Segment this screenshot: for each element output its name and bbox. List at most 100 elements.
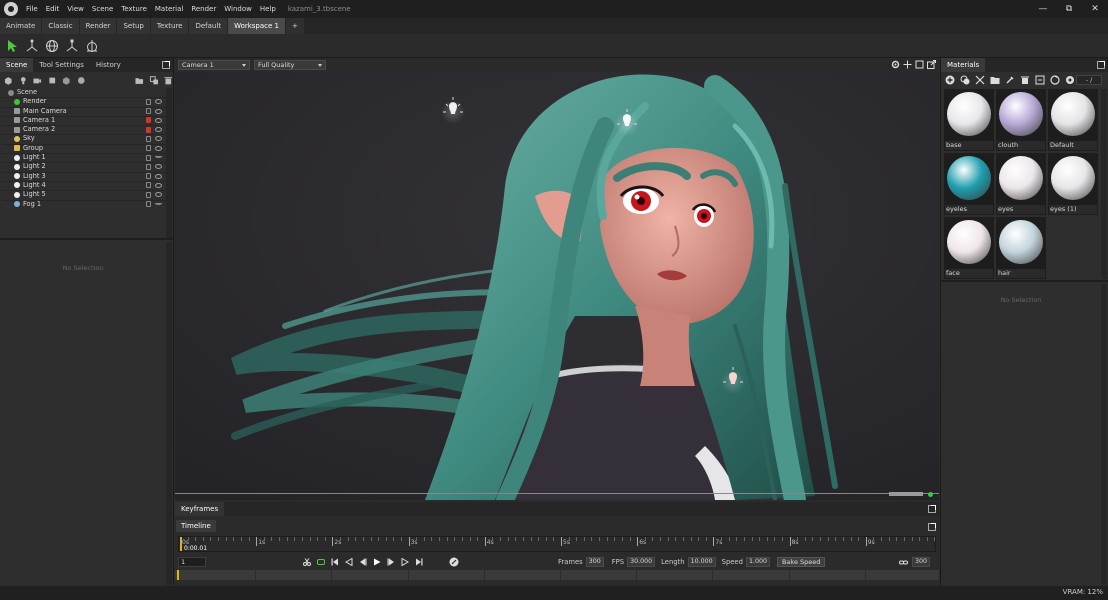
step-back-icon[interactable] bbox=[359, 558, 367, 566]
material-swatch[interactable]: clouth bbox=[996, 89, 1046, 151]
visibility-eye-icon[interactable] bbox=[155, 117, 162, 123]
scene-tree-item[interactable]: Camera 2 bbox=[2, 125, 166, 134]
loop-icon[interactable] bbox=[317, 558, 325, 566]
scene-tree-item[interactable]: Camera 1 bbox=[2, 115, 166, 125]
prev-key-icon[interactable] bbox=[345, 558, 353, 566]
record-toggle-icon[interactable] bbox=[449, 557, 459, 567]
popout-icon[interactable] bbox=[928, 505, 936, 513]
scene-tree-scrollbar[interactable] bbox=[166, 88, 172, 238]
lock-icon[interactable] bbox=[146, 108, 151, 115]
step-forward-icon[interactable] bbox=[387, 558, 395, 566]
tab-render[interactable]: Render bbox=[79, 18, 117, 34]
materials-scrollbar[interactable] bbox=[1101, 89, 1107, 279]
menu-render[interactable]: Render bbox=[187, 0, 220, 18]
scene-tree-item[interactable]: Sky bbox=[2, 134, 166, 143]
menu-window[interactable]: Window bbox=[220, 0, 256, 18]
add-fog-icon[interactable] bbox=[77, 76, 86, 85]
scene-tree-item[interactable]: Light 2 bbox=[2, 162, 166, 171]
material-settings-icon[interactable] bbox=[1065, 75, 1075, 85]
lock-icon[interactable] bbox=[146, 163, 151, 170]
visibility-eye-icon[interactable] bbox=[155, 192, 162, 198]
scene-tree-item[interactable]: Light 3 bbox=[2, 171, 166, 181]
tab-timeline[interactable]: Timeline bbox=[176, 520, 216, 532]
popout-icon[interactable] bbox=[928, 523, 936, 531]
scene-tree-item[interactable]: Render bbox=[2, 97, 166, 106]
render-viewport[interactable]: Camera 1 Full Quality bbox=[175, 58, 939, 500]
new-material-icon[interactable] bbox=[945, 75, 955, 85]
visibility-eye-icon[interactable] bbox=[155, 99, 162, 105]
material-swatch[interactable]: eyeles bbox=[944, 153, 994, 215]
transform-all-icon[interactable] bbox=[84, 38, 100, 54]
lock-icon[interactable] bbox=[146, 191, 151, 198]
menu-material[interactable]: Material bbox=[151, 0, 187, 18]
visibility-eye-icon[interactable] bbox=[155, 164, 162, 170]
material-pick-icon[interactable] bbox=[1005, 75, 1015, 85]
popout-icon[interactable] bbox=[162, 61, 170, 69]
rotate-gizmo-icon[interactable] bbox=[44, 38, 60, 54]
bake-speed-button[interactable]: Bake Speed bbox=[776, 557, 826, 567]
scene-tree-item[interactable]: Light 1 bbox=[2, 153, 166, 162]
lock-icon[interactable] bbox=[146, 182, 151, 189]
add-group-folder-icon[interactable] bbox=[135, 76, 144, 85]
link-icon[interactable] bbox=[898, 558, 908, 567]
visibility-eye-icon[interactable] bbox=[155, 202, 162, 205]
next-key-icon[interactable] bbox=[401, 558, 409, 566]
material-refresh-icon[interactable] bbox=[1050, 75, 1060, 85]
panel-splitter[interactable] bbox=[0, 238, 174, 240]
scene-tree-item[interactable]: Light 4 bbox=[2, 180, 166, 190]
menu-file[interactable]: File bbox=[22, 0, 42, 18]
material-swatch[interactable]: hair bbox=[996, 217, 1046, 279]
popout-viewport-icon[interactable] bbox=[927, 60, 936, 69]
skip-end-icon[interactable] bbox=[415, 558, 423, 566]
lock-icon[interactable] bbox=[146, 201, 151, 208]
scene-tree-item[interactable]: Scene bbox=[2, 88, 166, 97]
frames-field[interactable]: 300 bbox=[585, 557, 604, 567]
material-swatch[interactable]: Default bbox=[1048, 89, 1098, 151]
add-camera-icon[interactable] bbox=[33, 76, 42, 85]
scene-tree-item[interactable]: Group bbox=[2, 143, 166, 153]
material-export-icon[interactable] bbox=[1035, 75, 1045, 85]
tab-tool-settings[interactable]: Tool Settings bbox=[33, 58, 90, 72]
timeline-ruler[interactable]: 0:00.01 0s 1s 2s 3s 4s 5s 6s 7s 8s 9s bbox=[178, 536, 936, 552]
frame-view-icon[interactable] bbox=[915, 60, 924, 69]
visibility-eye-icon[interactable] bbox=[155, 108, 162, 114]
lock-icon[interactable] bbox=[146, 135, 151, 142]
menu-edit[interactable]: Edit bbox=[42, 0, 64, 18]
add-mesh-icon[interactable] bbox=[62, 76, 71, 85]
duplicate-icon[interactable] bbox=[149, 75, 159, 85]
duplicate-material-icon[interactable] bbox=[960, 75, 970, 85]
minimize-button[interactable]: — bbox=[1030, 0, 1056, 18]
tab-default[interactable]: Default bbox=[189, 18, 228, 34]
gear-icon[interactable] bbox=[891, 60, 900, 69]
material-swatch[interactable]: eyes bbox=[996, 153, 1046, 215]
material-properties-scrollbar[interactable] bbox=[1101, 284, 1107, 585]
material-swatch[interactable]: base bbox=[944, 89, 994, 151]
track-playhead[interactable] bbox=[177, 570, 179, 580]
material-swatch[interactable]: face bbox=[944, 217, 994, 279]
add-shape-icon[interactable] bbox=[48, 76, 57, 85]
scene-tree-item[interactable]: Fog 1 bbox=[2, 199, 166, 209]
scale-gizmo-icon[interactable] bbox=[64, 38, 80, 54]
tab-materials[interactable]: Materials bbox=[941, 58, 986, 72]
viewport-scroll-handle[interactable] bbox=[889, 492, 923, 496]
scene-tree-item[interactable]: Light 5 bbox=[2, 190, 166, 199]
speed-field[interactable]: 1.000 bbox=[745, 557, 770, 567]
material-filter-select[interactable]: - / bbox=[1076, 75, 1102, 85]
panel-splitter[interactable] bbox=[941, 280, 1108, 282]
lock-icon[interactable] bbox=[146, 154, 151, 161]
add-workspace-button[interactable]: + bbox=[286, 18, 304, 34]
add-object-icon[interactable] bbox=[4, 76, 13, 85]
lock-icon[interactable] bbox=[146, 98, 151, 105]
visibility-eye-icon[interactable] bbox=[155, 173, 162, 179]
move-gizmo-icon[interactable] bbox=[24, 38, 40, 54]
quality-select[interactable]: Full Quality bbox=[254, 60, 326, 70]
delete-material-icon[interactable] bbox=[1020, 75, 1030, 85]
maximize-button[interactable]: ⧉ bbox=[1056, 0, 1082, 18]
delete-trash-icon[interactable] bbox=[164, 76, 173, 85]
end-frame-field[interactable]: 300 bbox=[911, 557, 930, 567]
fps-field[interactable]: 30.000 bbox=[627, 557, 656, 567]
scene-tree-item[interactable]: Main Camera bbox=[2, 106, 166, 116]
tab-history[interactable]: History bbox=[90, 58, 127, 72]
menu-scene[interactable]: Scene bbox=[88, 0, 117, 18]
camera-select[interactable]: Camera 1 bbox=[178, 60, 250, 70]
